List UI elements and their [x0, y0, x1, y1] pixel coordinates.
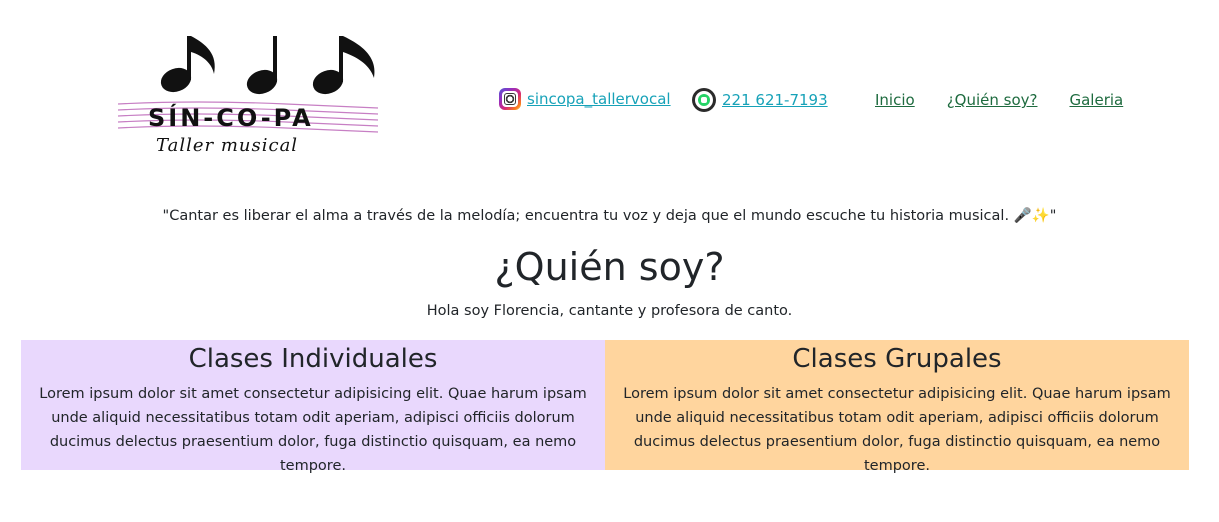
instagram-link[interactable]: sincopa_tallervocal — [527, 90, 671, 108]
card-title: Clases Grupales — [792, 344, 1002, 374]
card-text: Lorem ipsum dolor sit amet consectetur a… — [623, 386, 1171, 474]
instagram-icon[interactable] — [499, 88, 521, 110]
logo-graphic: SÍN-CO-PA Taller musical — [117, 36, 379, 156]
card-group-classes: Clases Grupales Lorem ipsum dolor sit am… — [605, 340, 1189, 474]
music-note-icon — [312, 36, 375, 95]
whatsapp-icon[interactable] — [692, 88, 716, 112]
nav-item-galeria[interactable]: Galeria — [1069, 91, 1123, 109]
site-logo[interactable]: SÍN-CO-PA Taller musical — [116, 30, 382, 158]
page: SÍN-CO-PA Taller musical sincopa_tallerv… — [0, 0, 1219, 522]
classes-cards: Clases Individuales Lorem ipsum dolor si… — [21, 340, 1189, 474]
logo-subtitle: Taller musical — [156, 135, 298, 156]
whatsapp-link[interactable]: 221 621-7193 — [722, 91, 828, 109]
music-note-icon — [160, 36, 215, 93]
nav-item-quien-soy[interactable]: ¿Quién soy? — [947, 91, 1038, 109]
nav-item-inicio[interactable]: Inicio — [875, 91, 915, 109]
quote-text: "Cantar es liberar el alma a través de l… — [162, 208, 1057, 224]
whatsapp-contact: 221 621-7193 — [692, 88, 828, 112]
logo-name: SÍN-CO-PA — [148, 103, 314, 132]
card-text: Lorem ipsum dolor sit amet consectetur a… — [39, 386, 587, 474]
card-title: Clases Individuales — [188, 344, 438, 374]
intro-text: Hola soy Florencia, cantante y profesora… — [426, 303, 793, 319]
main-nav: Inicio ¿Quién soy? Galeria — [875, 91, 1123, 109]
instagram-contact: sincopa_tallervocal — [499, 88, 671, 110]
music-note-icon — [246, 36, 278, 95]
card-individual-classes: Clases Individuales Lorem ipsum dolor si… — [21, 340, 605, 474]
page-title: ¿Quién soy? — [494, 245, 725, 289]
